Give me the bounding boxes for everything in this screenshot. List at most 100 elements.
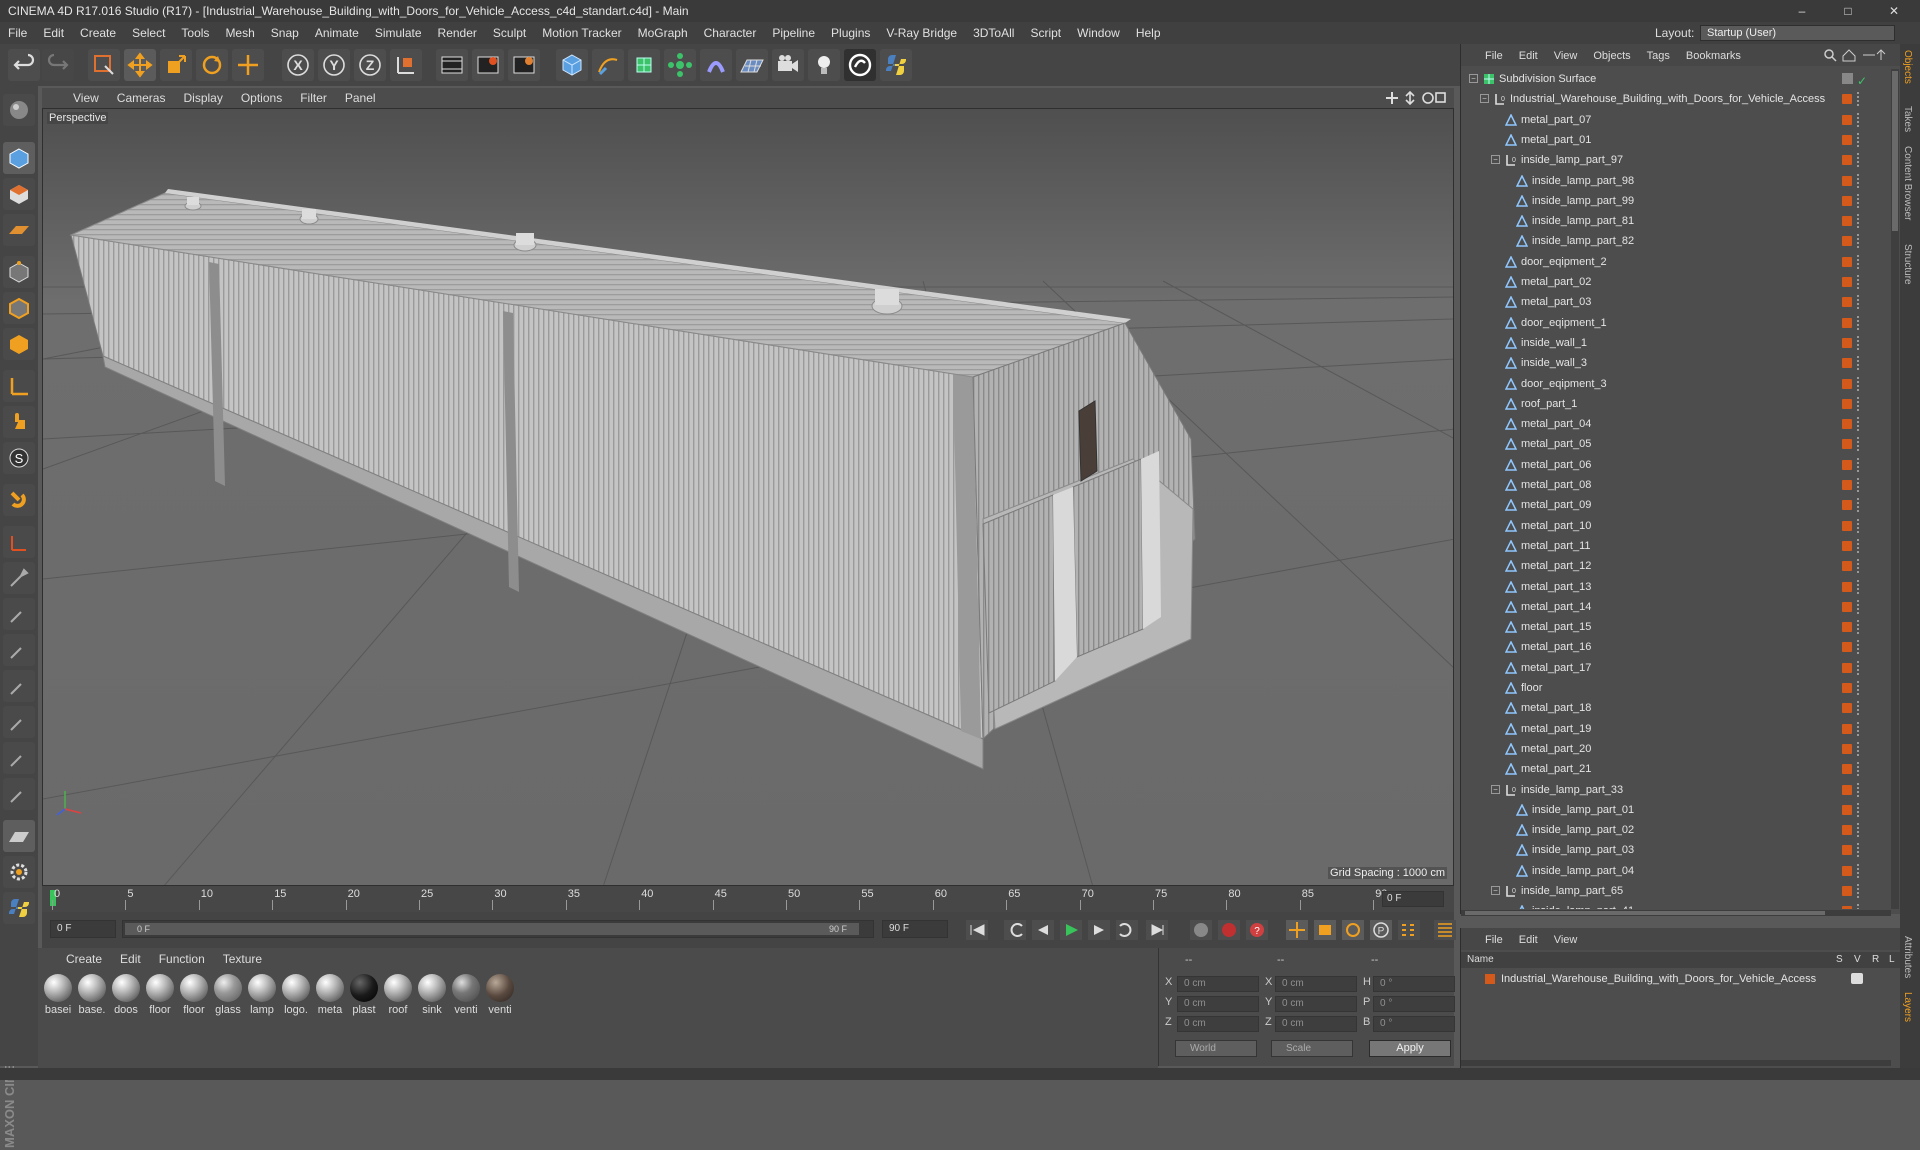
visibility-dots-icon[interactable] [1857,559,1860,574]
object-row[interactable]: metal_part_16 [1461,637,1891,657]
tab-content-browser[interactable]: Content Browser [1902,146,1913,220]
material-menu-edit[interactable]: Edit [120,948,141,970]
layer-tag-icon[interactable] [1842,906,1852,909]
layer-tag-icon[interactable] [1842,195,1852,206]
y-axis-icon[interactable]: Y [318,49,350,81]
menu-vray-bridge[interactable]: V-Ray Bridge [878,22,965,44]
layer-tag-icon[interactable] [1842,134,1852,145]
object-row[interactable]: − 0 inside_lamp_part_65 [1461,881,1891,901]
tab-layers[interactable]: Layers [1902,992,1913,1022]
tab-structure[interactable]: Structure [1902,244,1913,285]
position-y-field[interactable]: 0 cm [1177,996,1259,1012]
expand-toggle-icon[interactable]: − [1469,74,1478,83]
enabled-check-icon[interactable]: ✓ [1857,71,1867,91]
layer-tag-icon[interactable] [1842,540,1852,551]
expand-toggle-icon[interactable]: − [1491,886,1500,895]
end-frame-field[interactable]: 90 F [882,920,948,938]
visibility-dots-icon[interactable] [1857,681,1860,695]
object-row[interactable]: inside_lamp_part_82 [1461,231,1891,251]
content-browser-icon[interactable] [844,49,876,81]
light-icon[interactable] [808,49,840,81]
visibility-dots-icon[interactable] [1857,457,1860,472]
material-swatch[interactable]: basei [42,972,74,1032]
timeline-window-icon[interactable] [1434,920,1456,940]
layer-tag-icon[interactable] [1842,419,1852,430]
visibility-dots-icon[interactable] [1857,193,1860,208]
object-row[interactable]: metal_part_18 [1461,698,1891,718]
grid-lock-icon[interactable] [3,820,35,852]
visibility-dots-icon[interactable] [1857,417,1860,432]
maximize-button[interactable]: □ [1830,0,1866,22]
key-scale-icon[interactable] [1314,920,1336,940]
visibility-dots-icon[interactable] [1857,620,1860,635]
visibility-dots-icon[interactable] [1857,132,1860,147]
layer-row[interactable]: Industrial_Warehouse_Building_with_Doors… [1461,970,1901,988]
tab-attributes[interactable]: Attributes [1902,936,1913,978]
edges-mode-icon[interactable] [3,292,35,324]
expand-toggle-icon[interactable]: − [1491,784,1500,794]
keyframe-help-icon[interactable]: ? [1246,920,1268,940]
visibility-dots-icon[interactable] [1857,579,1860,594]
visibility-dots-icon[interactable] [1857,295,1860,310]
object-row[interactable]: door_eqipment_1 [1461,313,1891,333]
visibility-dots-icon[interactable] [1857,843,1860,858]
render-view-icon[interactable] [436,49,468,81]
size-y-field[interactable]: 0 cm [1275,996,1357,1012]
object-row[interactable]: metal_part_10 [1461,516,1891,536]
object-row[interactable]: inside_lamp_part_41 [1461,901,1891,909]
texture-mode-icon[interactable] [3,178,35,210]
viewport-nav-icons[interactable] [1386,90,1446,106]
object-row[interactable]: metal_part_17 [1461,658,1891,678]
visibility-dots-icon[interactable] [1857,376,1860,391]
layer-tag-icon[interactable] [1842,459,1852,470]
visibility-dots-icon[interactable] [1857,396,1860,411]
layer-tag-icon[interactable] [1842,480,1852,490]
material-swatch[interactable]: doos [110,972,142,1032]
range-slider[interactable]: 0 F 90 F [122,920,874,938]
viewport-menu-display[interactable]: Display [174,88,231,108]
viewport-menu-filter[interactable]: Filter [291,88,336,108]
object-row[interactable]: door_eqipment_2 [1461,252,1891,272]
object-row[interactable]: floor [1461,678,1891,698]
position-z-field[interactable]: 0 cm [1177,1016,1259,1032]
gear-icon[interactable] [3,856,35,888]
om-menu-view[interactable]: View [1554,45,1578,67]
viewport-menu-options[interactable]: Options [232,88,291,108]
visibility-dots-icon[interactable] [1857,112,1860,127]
om-menu-bookmarks[interactable]: Bookmarks [1686,45,1741,67]
expand-toggle-icon[interactable]: − [1480,94,1489,104]
visibility-dots-icon[interactable] [1857,153,1860,168]
object-row[interactable]: metal_part_11 [1461,536,1891,556]
brush-m-icon[interactable] [3,706,35,738]
layer-hscrollbar[interactable] [1461,1060,1891,1066]
material-swatch[interactable]: glass [212,972,244,1032]
key-position-icon[interactable] [1286,920,1308,940]
current-frame-field[interactable]: 0 F [1382,891,1444,907]
axis-mode-icon[interactable] [3,370,35,402]
move-icon[interactable] [124,49,156,81]
rotation-h-field[interactable]: 0 ° [1373,976,1455,992]
visibility-dots-icon[interactable] [1857,92,1860,107]
autokeying-icon[interactable] [1218,920,1240,940]
object-row[interactable]: − Subdivision Surface ✓ [1461,69,1891,89]
om-menu-file[interactable]: File [1485,45,1503,67]
go-to-end-icon[interactable] [1146,920,1168,940]
magnet-icon[interactable] [3,484,35,516]
material-swatch[interactable]: floor [144,972,176,1032]
visibility-dots-icon[interactable] [1857,802,1860,817]
polygons-mode-icon[interactable] [3,328,35,360]
visibility-dots-icon[interactable] [1857,904,1860,909]
rotation-b-field[interactable]: 0 ° [1373,1016,1455,1032]
object-row[interactable]: metal_part_14 [1461,597,1891,617]
layer-tag-icon[interactable] [1842,703,1852,714]
brush-e-icon[interactable] [3,742,35,774]
last-tool-icon[interactable] [232,49,264,81]
layer-visible-icon[interactable] [1851,973,1863,984]
layer-tag-icon[interactable] [1842,865,1852,876]
object-list-hscrollbar[interactable] [1461,910,1891,916]
brush-s-icon[interactable] [3,670,35,702]
layer-tag-icon[interactable] [1842,825,1852,836]
visibility-dots-icon[interactable] [1857,660,1860,675]
camera-icon[interactable] [772,49,804,81]
coordinate-mode-dropdown[interactable]: World [1175,1040,1257,1057]
